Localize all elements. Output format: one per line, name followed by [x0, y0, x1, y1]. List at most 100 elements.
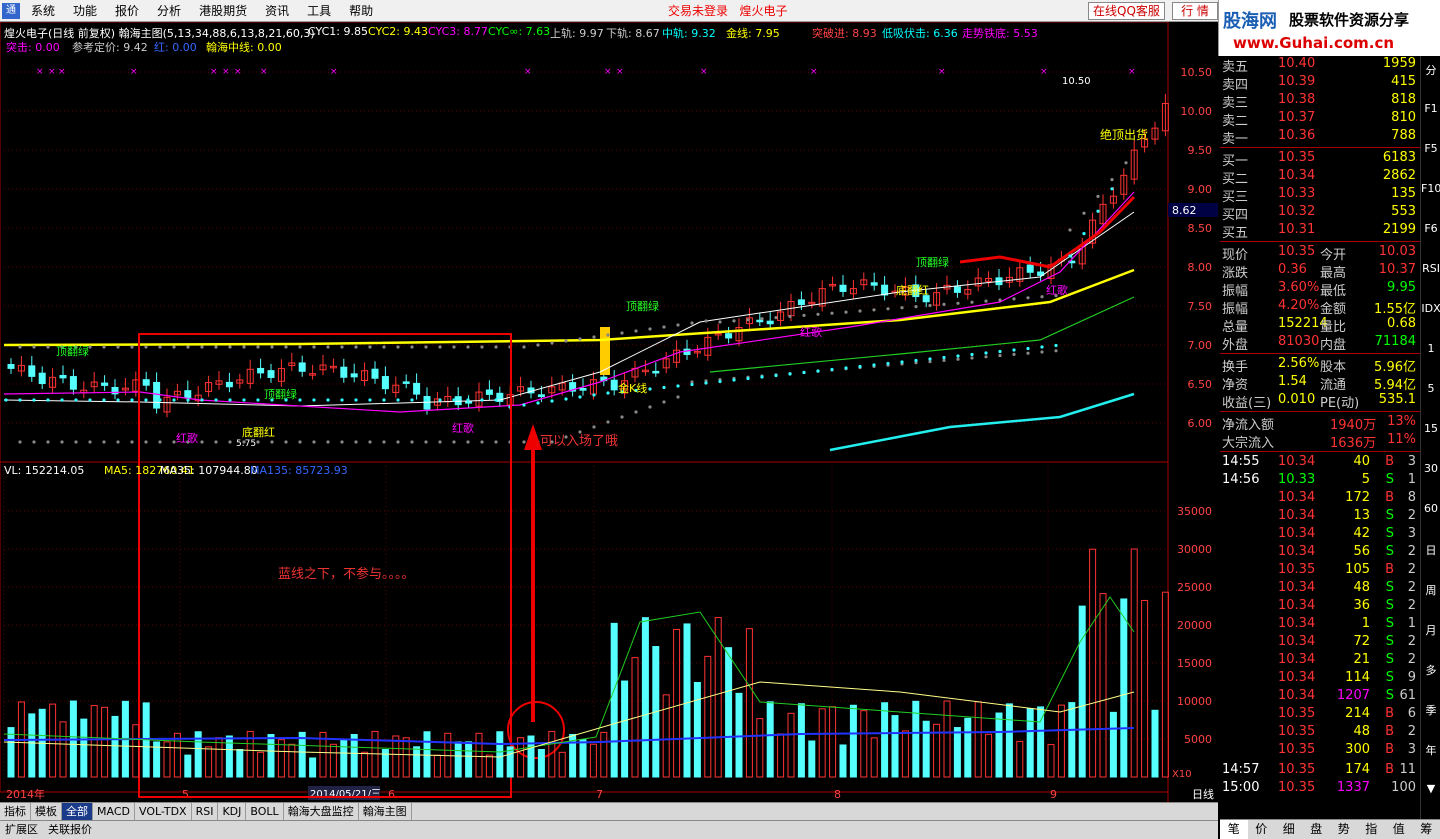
- candle-body: [756, 319, 764, 323]
- ask-row-cell: 818: [1391, 92, 1416, 107]
- upper-dot: [214, 345, 218, 349]
- mid-dot: [970, 352, 974, 357]
- right-tab-0[interactable]: 笔: [1220, 820, 1248, 839]
- volume-bar: [1120, 598, 1128, 778]
- candle-body: [257, 367, 265, 374]
- right-tab-7[interactable]: 筹: [1413, 820, 1440, 839]
- tab-4[interactable]: VOL-TDX: [135, 803, 192, 820]
- right-tab-5[interactable]: 指: [1358, 820, 1386, 839]
- side-icon-11[interactable]: 60: [1421, 502, 1440, 515]
- right-tab-1[interactable]: 价: [1248, 820, 1276, 839]
- menu-item-4[interactable]: 港股期货: [190, 0, 256, 22]
- tab-2[interactable]: 全部: [62, 803, 93, 820]
- lower-dot: [1040, 350, 1044, 354]
- side-icon-4[interactable]: F6: [1421, 222, 1440, 235]
- menu-item-1[interactable]: 功能: [64, 0, 106, 22]
- right-tab-2[interactable]: 细: [1275, 820, 1303, 839]
- lower-dot: [1026, 351, 1030, 355]
- menu-item-7[interactable]: 帮助: [340, 0, 382, 22]
- menu-item-6[interactable]: 工具: [298, 0, 340, 22]
- mid-dot: [60, 398, 64, 402]
- side-icon-15[interactable]: 多: [1421, 662, 1440, 678]
- tick-row: 10.34 13 S 2: [1220, 508, 1420, 526]
- side-icon-10[interactable]: 30: [1421, 462, 1440, 475]
- menu-item-5[interactable]: 资讯: [256, 0, 298, 22]
- side-icon-6[interactable]: IDX: [1421, 302, 1440, 315]
- side-icon-14[interactable]: 月: [1421, 622, 1440, 638]
- upper-dot: [914, 305, 918, 309]
- tab-8[interactable]: 翰海大盘监控: [284, 803, 359, 820]
- menu-item-2[interactable]: 报价: [106, 0, 148, 22]
- tab-0[interactable]: 指标: [0, 803, 31, 820]
- right-tab-6[interactable]: 值: [1385, 820, 1413, 839]
- tick-row-cell: 2: [1407, 634, 1416, 649]
- tick-row-cell: 14:56: [1222, 472, 1260, 487]
- tick-row-cell: 2: [1407, 598, 1416, 613]
- side-icon-16[interactable]: 季: [1421, 702, 1440, 718]
- upper-dot: [578, 337, 582, 341]
- volume-bar: [267, 733, 275, 778]
- tab-1[interactable]: 模板: [31, 803, 62, 820]
- tick-row-cell: B: [1385, 742, 1394, 757]
- volume-bar: [454, 741, 462, 778]
- upper-dot: [522, 345, 526, 349]
- volume-bar: [985, 733, 993, 778]
- side-icon-9[interactable]: 15: [1421, 422, 1440, 435]
- bottom-tab-0[interactable]: 扩展区: [0, 821, 43, 839]
- tick-row: 15:00 10.35 1337 100: [1220, 780, 1420, 798]
- volume-bar: [257, 751, 265, 778]
- tab-9[interactable]: 翰海主图: [359, 803, 412, 820]
- side-icon-18[interactable]: ▼: [1421, 782, 1440, 795]
- side-icon-1[interactable]: F1: [1421, 102, 1440, 115]
- bid-row-cell: 10.34: [1278, 168, 1316, 183]
- qq-service-button[interactable]: 在线QQ客服: [1088, 2, 1165, 20]
- lower-dot: [228, 440, 232, 444]
- side-icon-13[interactable]: 周: [1421, 582, 1440, 598]
- lower-dot: [480, 440, 484, 444]
- upper-dot: [858, 309, 862, 313]
- upper-dot: [200, 345, 204, 349]
- volume-bar: [839, 744, 847, 778]
- side-icon-8[interactable]: 5: [1421, 382, 1440, 395]
- chart-canvas[interactable]: 10.50 10.00 9.50 9.00 8.50 8.00 7.50 7.00 6.50 6.…: [0, 22, 1218, 802]
- month-label: 7: [596, 788, 603, 801]
- menu-item-3[interactable]: 分析: [148, 0, 190, 22]
- mid-dot: [312, 398, 316, 402]
- mid-dot: [144, 398, 148, 402]
- volume-bar: [1068, 702, 1076, 778]
- quote-button[interactable]: 行 情: [1172, 2, 1218, 20]
- signal-mark: ×: [222, 67, 230, 77]
- tick-row-cell: 48: [1353, 724, 1370, 739]
- volume-bar: [7, 727, 15, 778]
- ask-row: 卖三 10.38 818: [1220, 92, 1420, 111]
- price-tick: 8.00: [1188, 261, 1213, 274]
- ref-price-value: 参考定价: 9.42: [72, 41, 148, 54]
- side-icon-0[interactable]: 分: [1421, 62, 1440, 78]
- candle-body: [485, 389, 493, 395]
- side-icon-17[interactable]: 年: [1421, 742, 1440, 758]
- side-icon-2[interactable]: F5: [1421, 142, 1440, 155]
- tick-row-cell: 10.35: [1278, 762, 1316, 777]
- bottom-tab-1[interactable]: 关联报价: [43, 821, 97, 839]
- menu-item-0[interactable]: 系统: [22, 0, 64, 22]
- tab-6[interactable]: KDJ: [218, 803, 247, 820]
- candle-body: [381, 376, 389, 390]
- divider: [1220, 353, 1420, 354]
- volume-bar: [329, 743, 337, 778]
- upper-dot: [1110, 178, 1114, 182]
- tab-7[interactable]: BOLL: [246, 803, 284, 820]
- side-icon-5[interactable]: RSI: [1421, 262, 1440, 275]
- kline-chart[interactable]: 10.50 10.00 9.50 9.00 8.50 8.00 7.50 7.00 6.50 6.…: [0, 22, 1218, 802]
- tick-row-cell: 13: [1353, 508, 1370, 523]
- upper-dot: [592, 335, 596, 339]
- tab-3[interactable]: MACD: [93, 803, 135, 820]
- side-icon-7[interactable]: 1: [1421, 342, 1440, 355]
- app-logo-icon[interactable]: 通: [2, 3, 20, 19]
- right-tab-3[interactable]: 盘: [1303, 820, 1331, 839]
- mid-dot: [1068, 254, 1072, 258]
- side-icon-3[interactable]: F10: [1421, 182, 1440, 195]
- tab-5[interactable]: RSI: [192, 803, 219, 820]
- login-status[interactable]: 交易未登录 煌火电子: [668, 0, 787, 22]
- right-tab-4[interactable]: 势: [1330, 820, 1358, 839]
- side-icon-12[interactable]: 日: [1421, 542, 1440, 558]
